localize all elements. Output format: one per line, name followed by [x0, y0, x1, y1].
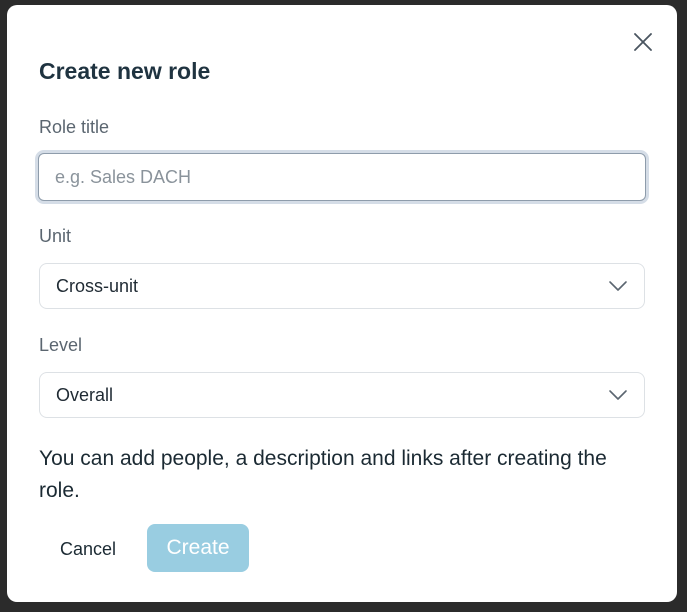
level-select[interactable]: Overall	[39, 372, 645, 418]
dialog-title: Create new role	[39, 58, 211, 84]
info-text: You can add people, a description and li…	[39, 447, 607, 502]
role-title-input[interactable]	[38, 153, 646, 201]
cancel-button[interactable]: Cancel	[47, 525, 129, 573]
unit-select[interactable]: Cross-unit	[39, 263, 645, 309]
chevron-down-icon	[608, 280, 628, 292]
level-select-value: Overall	[56, 384, 114, 405]
create-role-dialog: Create new role Role title Unit Cross-un…	[7, 5, 677, 602]
unit-select-value: Cross-unit	[56, 275, 139, 296]
create-button[interactable]: Create	[147, 524, 249, 572]
close-icon	[634, 33, 652, 51]
unit-label: Unit	[39, 226, 72, 246]
close-button[interactable]	[629, 28, 657, 56]
level-label: Level	[39, 335, 83, 355]
role-title-label: Role title	[39, 117, 110, 137]
chevron-down-icon	[608, 389, 628, 401]
